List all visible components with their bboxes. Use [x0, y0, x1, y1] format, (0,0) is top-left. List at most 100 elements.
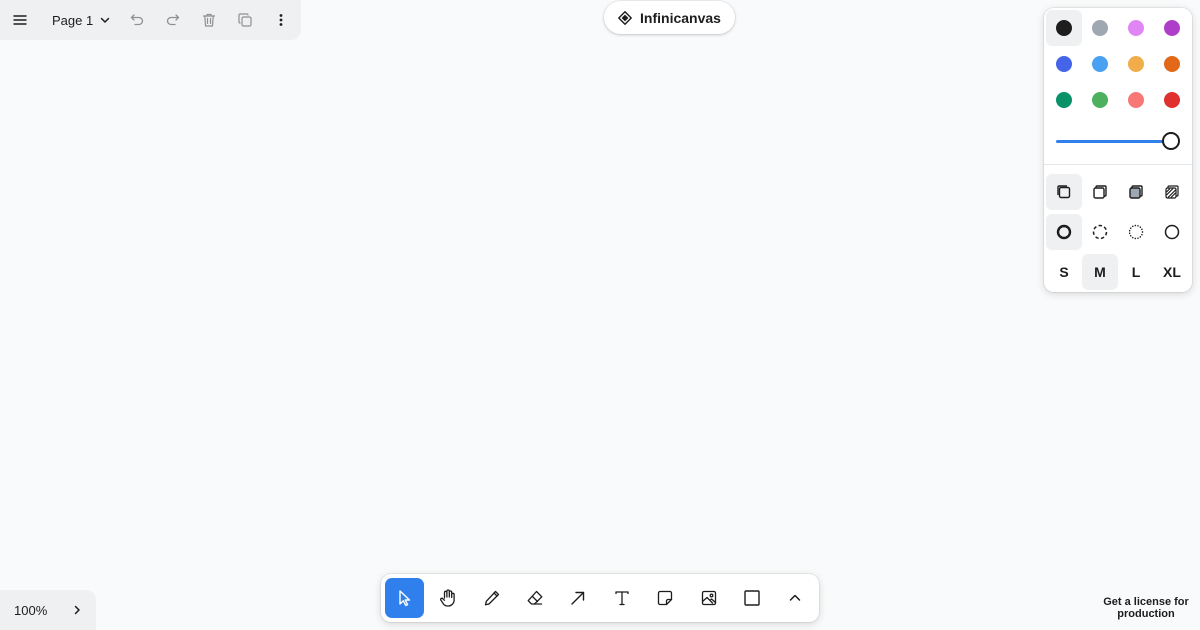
color-black[interactable]	[1046, 10, 1082, 46]
color-orange[interactable]	[1154, 46, 1190, 82]
slider-track	[1056, 140, 1171, 143]
size-label: S	[1059, 264, 1069, 280]
redo-button[interactable]	[155, 0, 191, 40]
page-menu-button[interactable]: Page 1	[40, 0, 119, 40]
tool-eraser[interactable]	[515, 578, 554, 618]
tool-draw[interactable]	[472, 578, 511, 618]
page-label: Page 1	[52, 12, 94, 28]
fill-pattern-icon	[1165, 185, 1179, 199]
note-icon	[657, 590, 673, 606]
arrow-icon	[571, 591, 585, 605]
fill-solid-button[interactable]	[1118, 172, 1154, 212]
image-icon	[701, 590, 716, 606]
eraser-icon	[527, 590, 543, 605]
color-light-blue[interactable]	[1082, 46, 1118, 82]
size-s-button[interactable]: S	[1046, 252, 1082, 292]
color-palette	[1046, 10, 1190, 118]
swatch-dot	[1128, 92, 1144, 108]
tool-rectangle[interactable]	[732, 578, 771, 618]
more-button[interactable]	[263, 0, 299, 40]
zoom-level[interactable]: 100%	[0, 603, 62, 618]
tool-more[interactable]	[776, 578, 815, 618]
license-link[interactable]: Get a license for production	[1096, 596, 1196, 620]
swatch-dot	[1056, 20, 1072, 36]
chevron-up-icon	[790, 594, 801, 601]
duplicate-button[interactable]	[227, 0, 263, 40]
size-m-button[interactable]: M	[1082, 254, 1118, 290]
color-light-green[interactable]	[1082, 82, 1118, 118]
rectangle-icon	[744, 590, 760, 606]
size-xl-button[interactable]: XL	[1154, 252, 1190, 292]
menu-bar: Page 1	[0, 0, 301, 40]
color-red[interactable]	[1154, 82, 1190, 118]
tool-note[interactable]	[645, 578, 684, 618]
size-label: L	[1131, 264, 1141, 280]
zoom-bar: 100%	[0, 590, 96, 630]
chevron-right-icon	[74, 605, 80, 615]
swatch-dot	[1092, 92, 1108, 108]
swatch-dot	[1128, 56, 1144, 72]
delete-button[interactable]	[191, 0, 227, 40]
size-label: XL	[1163, 264, 1181, 280]
swatch-dot	[1056, 92, 1072, 108]
dash-dashed-icon	[1092, 224, 1108, 240]
swatch-dot	[1128, 20, 1144, 36]
dash-draw-icon	[1056, 224, 1072, 240]
undo-button[interactable]	[119, 0, 155, 40]
color-light-violet[interactable]	[1118, 10, 1154, 46]
tool-select[interactable]	[385, 578, 425, 618]
dash-draw-button[interactable]	[1046, 214, 1082, 250]
duplicate-icon	[238, 13, 252, 27]
swatch-dot	[1092, 20, 1108, 36]
size-l-button[interactable]: L	[1118, 252, 1154, 292]
undo-icon	[131, 14, 144, 26]
swatch-dot	[1164, 56, 1180, 72]
chevron-down-icon	[100, 17, 110, 23]
menu-icon	[13, 15, 27, 25]
more-icon	[279, 14, 283, 26]
diamond-icon	[618, 10, 632, 25]
draw-icon	[484, 590, 499, 606]
swatch-dot	[1056, 56, 1072, 72]
fill-none-button[interactable]	[1046, 174, 1082, 210]
tool-arrow[interactable]	[559, 578, 598, 618]
color-grey[interactable]	[1082, 10, 1118, 46]
text-icon	[615, 591, 629, 606]
tool-hand[interactable]	[428, 578, 467, 618]
color-violet[interactable]	[1154, 10, 1190, 46]
tool-text[interactable]	[602, 578, 641, 618]
select-icon	[399, 590, 410, 607]
size-label: M	[1094, 264, 1106, 280]
color-yellow[interactable]	[1118, 46, 1154, 82]
minimap-toggle[interactable]	[62, 590, 92, 630]
redo-icon	[167, 14, 180, 26]
hand-icon	[440, 589, 455, 607]
fill-semi-icon	[1093, 185, 1107, 199]
fill-solid-icon	[1129, 185, 1143, 199]
swatch-dot	[1164, 92, 1180, 108]
brand-badge: Infinicanvas	[604, 1, 735, 34]
dash-dotted-button[interactable]	[1118, 212, 1154, 252]
style-panel: S M L XL	[1044, 8, 1192, 292]
fill-none-icon	[1057, 185, 1071, 199]
color-light-red[interactable]	[1118, 82, 1154, 118]
tool-image[interactable]	[689, 578, 728, 618]
style-options: S M L XL	[1046, 172, 1190, 292]
fill-pattern-button[interactable]	[1154, 172, 1190, 212]
opacity-slider[interactable]	[1056, 132, 1180, 150]
main-menu-button[interactable]	[0, 0, 40, 40]
dash-dashed-button[interactable]	[1082, 212, 1118, 252]
dash-solid-button[interactable]	[1154, 212, 1190, 252]
color-green[interactable]	[1046, 82, 1082, 118]
brand-name: Infinicanvas	[640, 9, 721, 26]
tool-bar	[381, 574, 819, 622]
color-blue[interactable]	[1046, 46, 1082, 82]
fill-semi-button[interactable]	[1082, 172, 1118, 212]
panel-divider	[1044, 164, 1192, 165]
swatch-dot	[1164, 20, 1180, 36]
swatch-dot	[1092, 56, 1108, 72]
trash-icon	[203, 13, 216, 27]
dash-dotted-icon	[1128, 224, 1144, 240]
slider-thumb[interactable]	[1162, 132, 1180, 150]
dash-solid-icon	[1164, 224, 1180, 240]
